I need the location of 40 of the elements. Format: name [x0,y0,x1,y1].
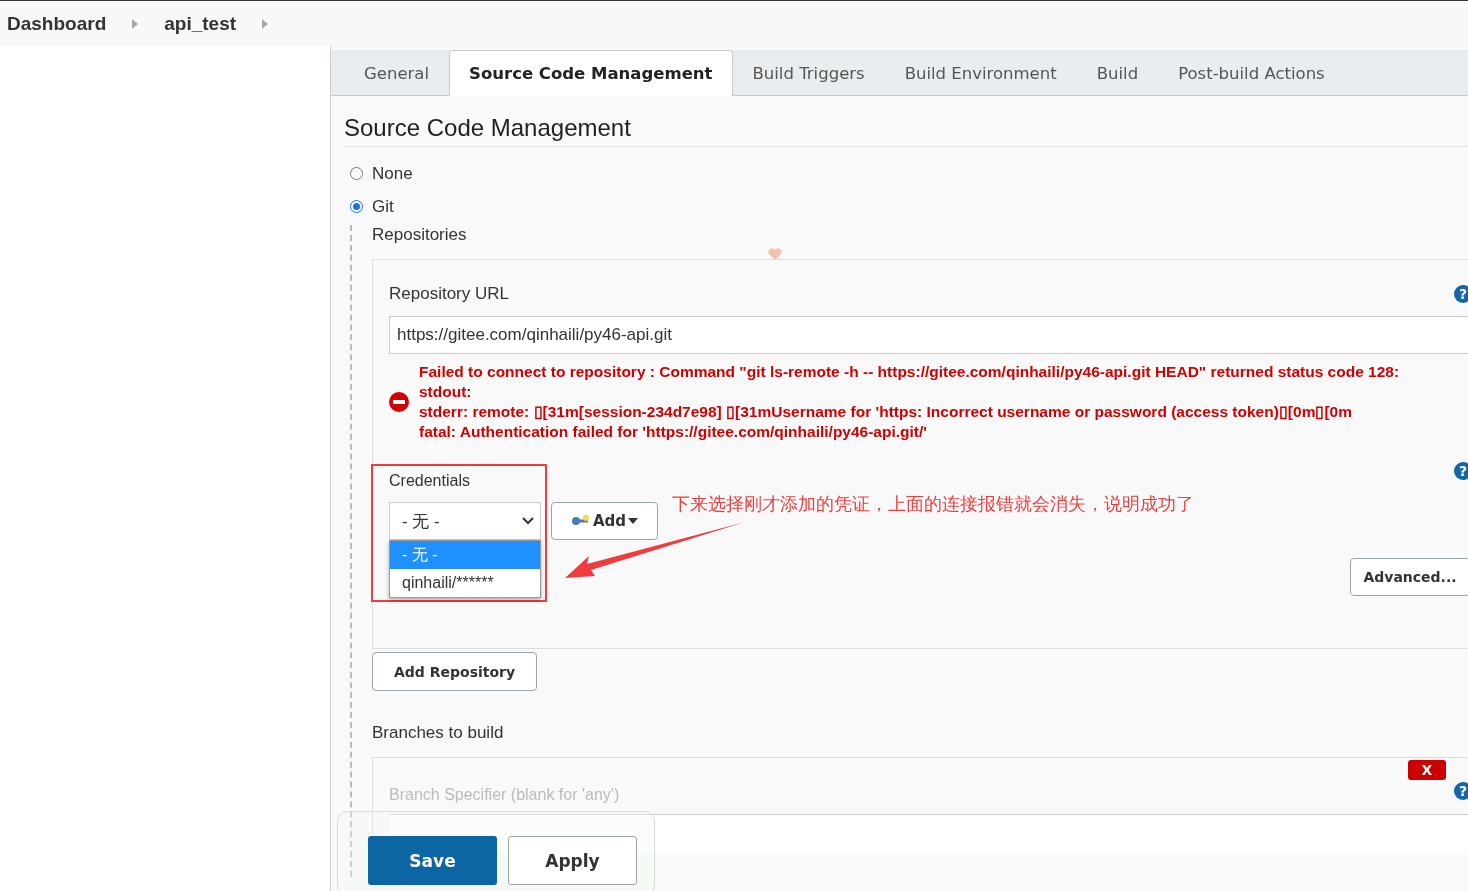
radio-label: None [372,163,413,184]
credentials-select[interactable]: - 无 - [389,502,541,540]
tab[interactable]: Build Triggers [732,50,885,95]
tab[interactable]: Source Code Management [449,50,733,96]
delete-button[interactable]: X [1408,760,1446,780]
radio-label: Git [372,196,394,217]
heart-icon [768,248,782,260]
error-message: Failed to connect to repository : Command "git ls-remote -h -- https://gitee.com/qinhaili/py46-api.git HEAD" returned status code 128: stdout: stderr: remote: ▯[31m[session-234d7e98] ▯[31mUsername for 'https: Incorrect username or password (access token)▯[0m▯[0m fatal: Authentication failed for 'https://gitee.com/qinhaili/py46-api.git/' [418,362,1401,442]
branch-specifier-label: Branch Specifier (blank for 'any') [389,786,620,804]
dropdown-option[interactable]: qinhaili/****** [390,569,540,597]
chevron-icon [262,18,269,29]
tab[interactable]: Build [1076,50,1159,95]
add-button[interactable]: Add [551,502,658,540]
save-button[interactable]: Save [368,836,497,885]
help-icon[interactable]: ? [1454,285,1468,303]
credentials-label: Credentials [389,472,471,490]
repository-url-field[interactable]: https://gitee.com/qinhaili/py46-api.git [389,316,1468,354]
add-repository-button[interactable]: Add Repository [372,652,538,691]
breadcrumb-link[interactable]: Dashboard [7,12,107,35]
help-icon[interactable]: ? [1454,462,1468,480]
error-icon [389,392,409,412]
field-label: Repository URL [389,284,509,304]
branches-label: Branches to build [372,723,505,743]
repositories-label: Repositories [372,225,468,245]
tab[interactable]: General [344,50,450,95]
branch-specifier-field[interactable] [389,814,1468,853]
radio-button[interactable] [350,200,363,213]
apply-button[interactable]: Apply [508,836,637,885]
chevron-icon [132,18,139,29]
tab[interactable]: Post-build Actions [1158,50,1345,95]
key-icon [570,515,591,527]
caret-icon [628,518,639,524]
help-icon[interactable]: ? [1454,782,1468,800]
section-title: Source Code Management [344,114,1468,147]
tab[interactable]: Build Environment [884,50,1077,95]
breadcrumb-link[interactable]: api_test [164,12,237,35]
radio-button[interactable] [350,167,363,180]
annotation-text: 下来选择刚才添加的凭证，上面的连接报错就会消失，说明成功了 [672,493,1194,516]
chevron-down-icon [522,517,534,525]
advanced-button[interactable]: Advanced... [1350,558,1468,596]
